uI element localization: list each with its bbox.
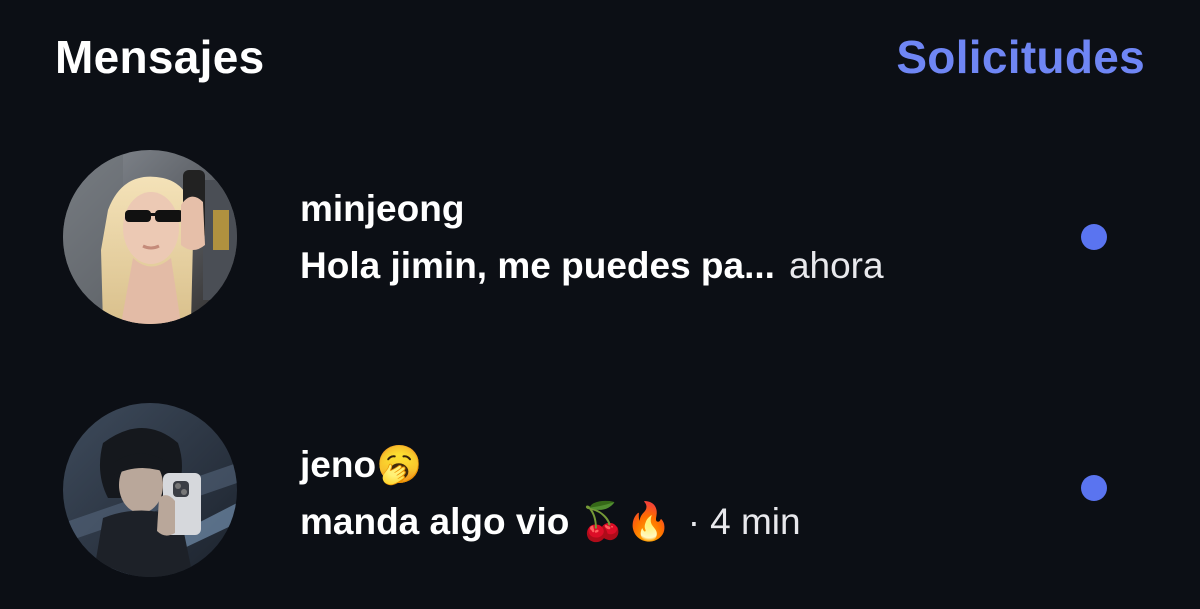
message-preview-text: Hola jimin, me puedes pa... — [300, 245, 775, 286]
conversation-item-minjeong[interactable]: minjeong Hola jimin, me puedes pa... ahor… — [0, 140, 1200, 340]
message-preview: Hola jimin, me puedes pa... ahora — [300, 245, 884, 287]
message-time: 4 min — [710, 501, 801, 542]
conversation-username: minjeong — [300, 188, 465, 229]
conversation-username: jeno🥱 — [300, 443, 422, 487]
requests-link[interactable]: Solicitudes — [896, 30, 1145, 84]
message-preview-text: manda algo vio — [300, 501, 580, 542]
messages-screen: Mensajes Solicitudes minjeong Hola jimin… — [0, 0, 1200, 609]
avatar-photo — [63, 150, 237, 324]
avatar[interactable] — [63, 150, 237, 324]
page-title: Mensajes — [55, 31, 265, 83]
messages-header: Mensajes Solicitudes — [0, 0, 1200, 120]
cherry-fire-icon: 🍒🔥 — [579, 500, 672, 543]
conversation-username-text: jeno — [300, 444, 377, 485]
avatar[interactable] — [63, 403, 237, 577]
message-preview: manda algo vio 🍒🔥 · 4 min — [300, 500, 801, 544]
message-time: ahora — [788, 245, 884, 286]
avatar-photo — [63, 403, 237, 577]
yawning-face-icon: 🥱 — [376, 443, 423, 486]
conversation-item-jeno[interactable]: jeno🥱 manda algo vio 🍒🔥 · 4 min — [0, 395, 1200, 595]
dot-separator: · — [687, 501, 701, 542]
unread-indicator — [1081, 475, 1107, 501]
unread-indicator — [1081, 224, 1107, 250]
